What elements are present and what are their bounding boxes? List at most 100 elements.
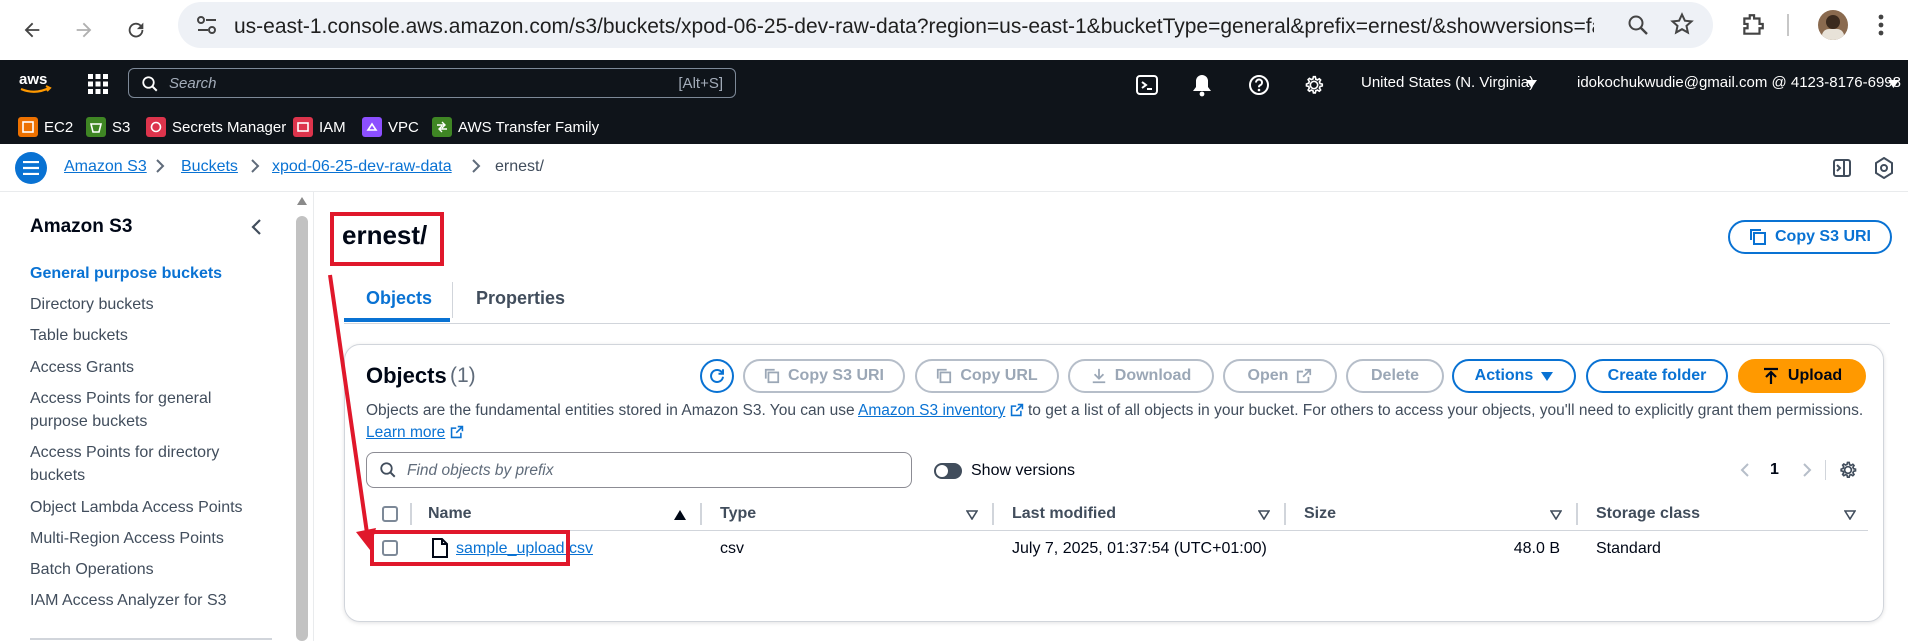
sidebar-item-object-lambda-access-points[interactable]: Object Lambda Access Points	[30, 496, 275, 519]
previous-page-icon[interactable]	[1740, 462, 1750, 478]
ec2-icon	[18, 117, 38, 137]
external-link-icon	[1297, 368, 1312, 384]
favorite-aws-transfer-family[interactable]: AWS Transfer Family	[432, 115, 599, 139]
show-versions-label: Show versions	[971, 462, 1076, 479]
column-header-name[interactable]: Name	[428, 505, 472, 523]
sidebar-item-batch-operations[interactable]: Batch Operations	[30, 558, 275, 581]
cloudshell-icon[interactable]	[1136, 74, 1158, 96]
sidebar-item-directory-buckets[interactable]: Directory buckets	[30, 293, 275, 316]
account-menu[interactable]: idokochukwudie@gmail.com @ 4123-8176-699…	[1577, 74, 1901, 91]
favorite-label: EC2	[44, 118, 74, 136]
open-button[interactable]: Open	[1223, 359, 1337, 393]
sidebar-item-multi-region-access-points[interactable]: Multi-Region Access Points	[30, 527, 275, 550]
zoom-icon[interactable]	[1626, 13, 1650, 37]
copy-s3-uri-button[interactable]: Copy S3 URI	[743, 359, 905, 393]
settings-gear-icon[interactable]	[1303, 74, 1325, 96]
tab-properties[interactable]: Properties	[476, 288, 565, 309]
help-icon[interactable]	[1248, 74, 1270, 96]
sidebar-item-table-buckets[interactable]: Table buckets	[30, 324, 275, 347]
favorite-vpc[interactable]: VPC	[362, 115, 419, 139]
back-icon[interactable]	[12, 10, 52, 50]
main-content: ernest/ Copy S3 URI Objects Properties O…	[314, 192, 1908, 641]
external-link-icon	[1010, 403, 1023, 417]
reload-icon[interactable]	[116, 10, 156, 50]
favorite-label: AWS Transfer Family	[458, 118, 600, 136]
iam-icon	[293, 117, 313, 137]
inventory-link[interactable]: Amazon S3 inventory	[858, 402, 1005, 419]
copy-url-button[interactable]: Copy URL	[915, 359, 1059, 393]
copy-icon	[764, 368, 780, 384]
page-number[interactable]: 1	[1770, 461, 1779, 479]
info-panel-icon[interactable]	[1832, 158, 1852, 178]
favorite-s3[interactable]: S3	[86, 115, 130, 139]
column-header-last-modified[interactable]: Last modified	[1012, 505, 1116, 523]
region-caret-icon[interactable]	[1526, 80, 1537, 88]
vpc-icon	[362, 117, 382, 137]
column-header-storage-class[interactable]: Storage class	[1596, 505, 1700, 523]
menu-hamburger-icon[interactable]	[15, 152, 47, 184]
sidebar-item-iam-access-analyzer[interactable]: IAM Access Analyzer for S3	[30, 589, 275, 612]
table-preferences-gear-icon[interactable]	[1838, 460, 1858, 480]
aws-search-input[interactable]: Search [Alt+S]	[128, 68, 736, 98]
upload-icon	[1763, 367, 1778, 384]
breadcrumb-current: ernest/	[495, 158, 544, 175]
favorite-label: VPC	[388, 118, 419, 136]
copy-url-button-label: Copy URL	[960, 367, 1038, 384]
browser-menu-icon[interactable]	[1878, 14, 1884, 36]
url-text[interactable]: us-east-1.console.aws.amazon.com/s3/buck…	[234, 15, 1594, 39]
forward-icon[interactable]	[64, 10, 104, 50]
sort-icon[interactable]	[1550, 510, 1562, 520]
copy-s3-uri-button-label: Copy S3 URI	[787, 367, 884, 384]
account-caret-icon[interactable]	[1888, 80, 1899, 88]
column-header-size[interactable]: Size	[1304, 505, 1336, 523]
profile-avatar[interactable]	[1818, 10, 1848, 40]
extensions-icon[interactable]	[1740, 12, 1766, 38]
breadcrumb-amazon-s3[interactable]: Amazon S3	[64, 158, 147, 176]
address-bar[interactable]: us-east-1.console.aws.amazon.com/s3/buck…	[178, 2, 1713, 48]
objects-description: Objects are the fundamental entities sto…	[366, 400, 1866, 444]
favorite-secrets-manager[interactable]: Secrets Manager	[146, 115, 286, 139]
sort-icon[interactable]	[1258, 510, 1270, 520]
breadcrumb-bucket[interactable]: xpod-06-25-dev-raw-data	[272, 158, 452, 176]
notifications-bell-icon[interactable]	[1191, 73, 1213, 97]
scroll-up-arrow-icon[interactable]	[296, 196, 308, 206]
aws-logo[interactable]: aws	[18, 70, 54, 96]
sidebar-item-general-purpose-buckets[interactable]: General purpose buckets	[30, 262, 275, 285]
actions-button[interactable]: Actions	[1452, 359, 1576, 393]
sort-icon[interactable]	[966, 510, 978, 520]
breadcrumb-separator-icon	[471, 158, 481, 174]
aws-top-navigation: aws Search [Alt+S] United States (N. Vir…	[0, 60, 1908, 110]
next-page-icon[interactable]	[1802, 462, 1812, 478]
cloud-settings-icon[interactable]	[1874, 157, 1894, 179]
copy-s3-uri-header-button[interactable]: Copy S3 URI	[1728, 220, 1892, 254]
services-grid-icon[interactable]	[88, 74, 108, 94]
column-header-type[interactable]: Type	[720, 505, 756, 523]
sidebar-scrollbar[interactable]	[296, 216, 308, 641]
create-folder-button[interactable]: Create folder	[1586, 359, 1728, 393]
breadcrumb-buckets[interactable]: Buckets	[181, 158, 238, 176]
sidebar-item-access-grants[interactable]: Access Grants	[30, 356, 275, 379]
collapse-sidebar-icon[interactable]	[250, 218, 262, 236]
sort-icon[interactable]	[1844, 510, 1856, 520]
delete-button[interactable]: Delete	[1346, 359, 1444, 393]
download-button[interactable]: Download	[1068, 359, 1214, 393]
search-placeholder: Search	[169, 75, 217, 92]
favorite-label: Secrets Manager	[172, 118, 287, 136]
find-objects-input[interactable]: Find objects by prefix	[366, 452, 912, 488]
refresh-button[interactable]	[700, 359, 734, 393]
sidebar-item-access-points-directory[interactable]: Access Points for directory buckets	[30, 441, 250, 487]
site-settings-icon[interactable]	[196, 15, 218, 35]
download-icon	[1092, 368, 1106, 384]
sidebar-item-access-points-general[interactable]: Access Points for general purpose bucket…	[30, 387, 250, 433]
favorites-bar: EC2 S3 Secrets Manager IAM VPC AWS Trans…	[0, 110, 1908, 144]
bookmark-star-icon[interactable]	[1670, 12, 1694, 36]
favorite-iam[interactable]: IAM	[293, 115, 346, 139]
upload-button[interactable]: Upload	[1738, 359, 1866, 393]
tabs-baseline	[344, 323, 1890, 324]
breadcrumb-separator-icon	[155, 158, 165, 174]
favorite-ec2[interactable]: EC2	[18, 115, 73, 139]
sort-ascending-icon[interactable]	[674, 510, 686, 520]
show-versions-toggle[interactable]	[934, 463, 962, 479]
tab-divider	[452, 282, 453, 318]
region-selector[interactable]: United States (N. Virginia)	[1361, 74, 1534, 91]
